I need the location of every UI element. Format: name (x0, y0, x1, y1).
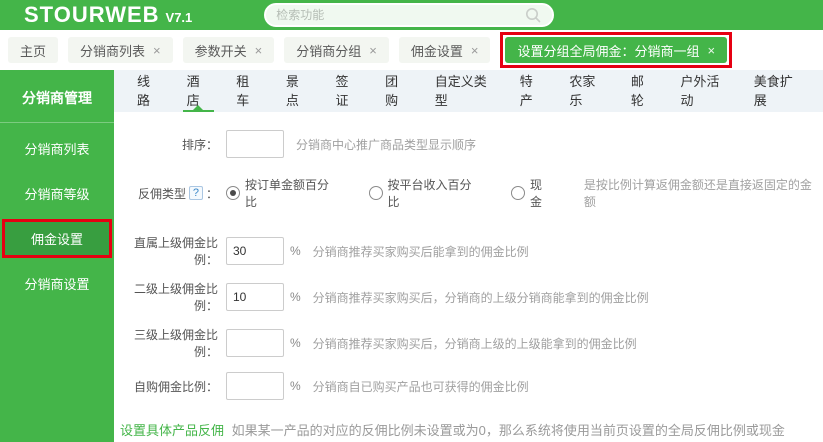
close-icon[interactable]: × (471, 43, 479, 58)
product-tab-route[interactable]: 线路 (133, 70, 165, 112)
commission-form: 排序： 分销商中心推广商品类型显示顺序 反佣类型 ? ： 按订单金额百分比 (114, 112, 823, 439)
radio-label: 按平台收入百分比 (388, 176, 484, 210)
rebate-type-radio-group: 按订单金额百分比 按平台收入百分比 现金 (226, 176, 582, 210)
window-tabbar: 主页 分销商列表 × 参数开关 × 分销商分组 × 佣金设置 × 设置分组全局佣… (0, 30, 823, 70)
logo-text: STOURWEB (24, 2, 160, 28)
tab-label: 参数开关 (195, 41, 247, 60)
product-tab-visa[interactable]: 签证 (332, 70, 364, 112)
radio-option-platform-income-percent[interactable]: 按平台收入百分比 (369, 176, 484, 210)
rebate-type-label: 反佣类型 ? ： (114, 185, 218, 202)
product-tab-car-rental[interactable]: 租车 (232, 70, 264, 112)
sidebar: 分销商管理 分销商列表 分销商等级 佣金设置 分销商设置 (0, 70, 114, 442)
form-row-self-purchase: 自购佣金比例： % 分销商自已购买产品也可获得的佣金比例 (114, 372, 823, 400)
help-icon[interactable]: ? (189, 186, 203, 200)
sort-hint: 分销商中心推广商品类型显示顺序 (296, 136, 476, 153)
self-purchase-input[interactable] (226, 372, 284, 400)
product-tab-group-buy[interactable]: 团购 (381, 70, 413, 112)
radio-option-order-amount-percent[interactable]: 按订单金额百分比 (226, 176, 341, 210)
radio-icon[interactable] (226, 186, 240, 200)
form-row-level2: 二级上级佣金比例： % 分销商推荐买家购买后，分销商的上级分销商能拿到的佣金比例 (114, 280, 823, 314)
set-product-rebate-link[interactable]: 设置具体产品反佣 (120, 423, 224, 438)
tab-commission-settings[interactable]: 佣金设置 × (399, 37, 491, 63)
product-tab-outdoor[interactable]: 户外活动 (676, 70, 731, 112)
sidebar-item-distributor-level[interactable]: 分销商等级 (0, 174, 114, 213)
tab-label: 分销商列表 (80, 41, 145, 60)
tab-label: 佣金设置 (411, 41, 463, 60)
percent-unit: % (290, 379, 301, 393)
sidebar-title: 分销商管理 (0, 70, 114, 122)
tab-param-switch[interactable]: 参数开关 × (183, 37, 275, 63)
tab-distributor-group[interactable]: 分销商分组 × (284, 37, 389, 63)
close-icon[interactable]: × (707, 43, 715, 58)
form-row-rebate-type: 反佣类型 ? ： 按订单金额百分比 按平台收入百分比 现金 (114, 176, 823, 210)
form-row-direct-parent: 直属上级佣金比例： % 分销商推荐买家购买后能拿到的佣金比例 (114, 234, 823, 268)
percent-unit: % (290, 336, 301, 350)
footer-note: 设置具体产品反佣 如果某一产品的对应的反佣比例未设置或为0，那么系统将使用当前页… (114, 420, 823, 439)
level2-hint: 分销商推荐买家购买后，分销商的上级分销商能拿到的佣金比例 (313, 289, 649, 306)
header-search[interactable] (264, 3, 554, 27)
tab-label: 主页 (20, 41, 46, 60)
product-tab-specialty[interactable]: 特产 (516, 70, 548, 112)
search-input[interactable] (276, 8, 524, 22)
percent-unit: % (290, 290, 301, 304)
sidebar-item-commission-settings[interactable]: 佣金设置 (2, 219, 112, 258)
close-icon[interactable]: × (255, 43, 263, 58)
search-icon[interactable] (524, 6, 542, 24)
product-type-tabbar: 线路 酒店 租车 景点 签证 团购 自定义类型 特产 农家乐 邮轮 户外活动 美… (114, 70, 823, 112)
rebate-type-label-text: 反佣类型 (138, 185, 186, 202)
radio-label: 按订单金额百分比 (245, 176, 341, 210)
sidebar-divider (0, 122, 114, 123)
form-row-sort: 排序： 分销商中心推广商品类型显示顺序 (114, 130, 823, 158)
direct-parent-label: 直属上级佣金比例： (114, 234, 218, 268)
footer-note-text: 如果某一产品的对应的反佣比例未设置或为0，那么系统将使用当前页设置的全局反佣比例… (232, 423, 785, 438)
product-tab-cruise[interactable]: 邮轮 (627, 70, 659, 112)
radio-label: 现金 (530, 176, 554, 210)
close-icon[interactable]: × (369, 43, 377, 58)
tab-group-global-commission[interactable]: 设置分组全局佣金：分销商一组 × (505, 37, 727, 63)
tab-label: 设置分组全局佣金：分销商一组 (517, 41, 699, 60)
sort-input[interactable] (226, 130, 284, 158)
direct-parent-hint: 分销商推荐买家购买后能拿到的佣金比例 (313, 243, 529, 260)
product-tab-farmstay[interactable]: 农家乐 (565, 70, 608, 112)
level3-hint: 分销商推荐买家购买后，分销商上级的上级能拿到的佣金比例 (313, 335, 637, 352)
sort-label: 排序： (114, 136, 218, 153)
radio-icon[interactable] (369, 186, 383, 200)
direct-parent-input[interactable] (226, 237, 284, 265)
version-label: V7.1 (166, 10, 193, 25)
product-tab-scenic-spot[interactable]: 景点 (282, 70, 314, 112)
product-tab-food-ext[interactable]: 美食扩展 (750, 70, 805, 112)
level2-input[interactable] (226, 283, 284, 311)
rebate-type-colon: ： (206, 185, 218, 202)
red-annotation-box-tab: 设置分组全局佣金：分销商一组 × (500, 32, 732, 68)
radio-icon[interactable] (511, 186, 525, 200)
sidebar-item-distributor-settings[interactable]: 分销商设置 (0, 264, 114, 303)
close-icon[interactable]: × (153, 43, 161, 58)
app-logo: STOURWEB V7.1 (24, 2, 192, 28)
level3-input[interactable] (226, 329, 284, 357)
level2-label: 二级上级佣金比例： (114, 280, 218, 314)
radio-option-cash[interactable]: 现金 (511, 176, 554, 210)
rebate-type-hint: 是按比例计算返佣金额还是直接返固定的金额 (584, 176, 823, 210)
tab-label: 分销商分组 (296, 41, 361, 60)
form-row-level3: 三级上级佣金比例： % 分销商推荐买家购买后，分销商上级的上级能拿到的佣金比例 (114, 326, 823, 360)
main-content: 线路 酒店 租车 景点 签证 团购 自定义类型 特产 农家乐 邮轮 户外活动 美… (114, 70, 823, 442)
percent-unit: % (290, 244, 301, 258)
self-purchase-label: 自购佣金比例： (114, 378, 218, 395)
sidebar-item-distributor-list[interactable]: 分销商列表 (0, 129, 114, 168)
level3-label: 三级上级佣金比例： (114, 326, 218, 360)
self-purchase-hint: 分销商自已购买产品也可获得的佣金比例 (313, 378, 529, 395)
app-header: STOURWEB V7.1 (0, 0, 823, 30)
product-tab-hotel[interactable]: 酒店 (183, 70, 215, 112)
tab-distributor-list[interactable]: 分销商列表 × (68, 37, 173, 63)
product-tab-custom-type[interactable]: 自定义类型 (431, 70, 498, 112)
tab-home[interactable]: 主页 (8, 37, 58, 63)
